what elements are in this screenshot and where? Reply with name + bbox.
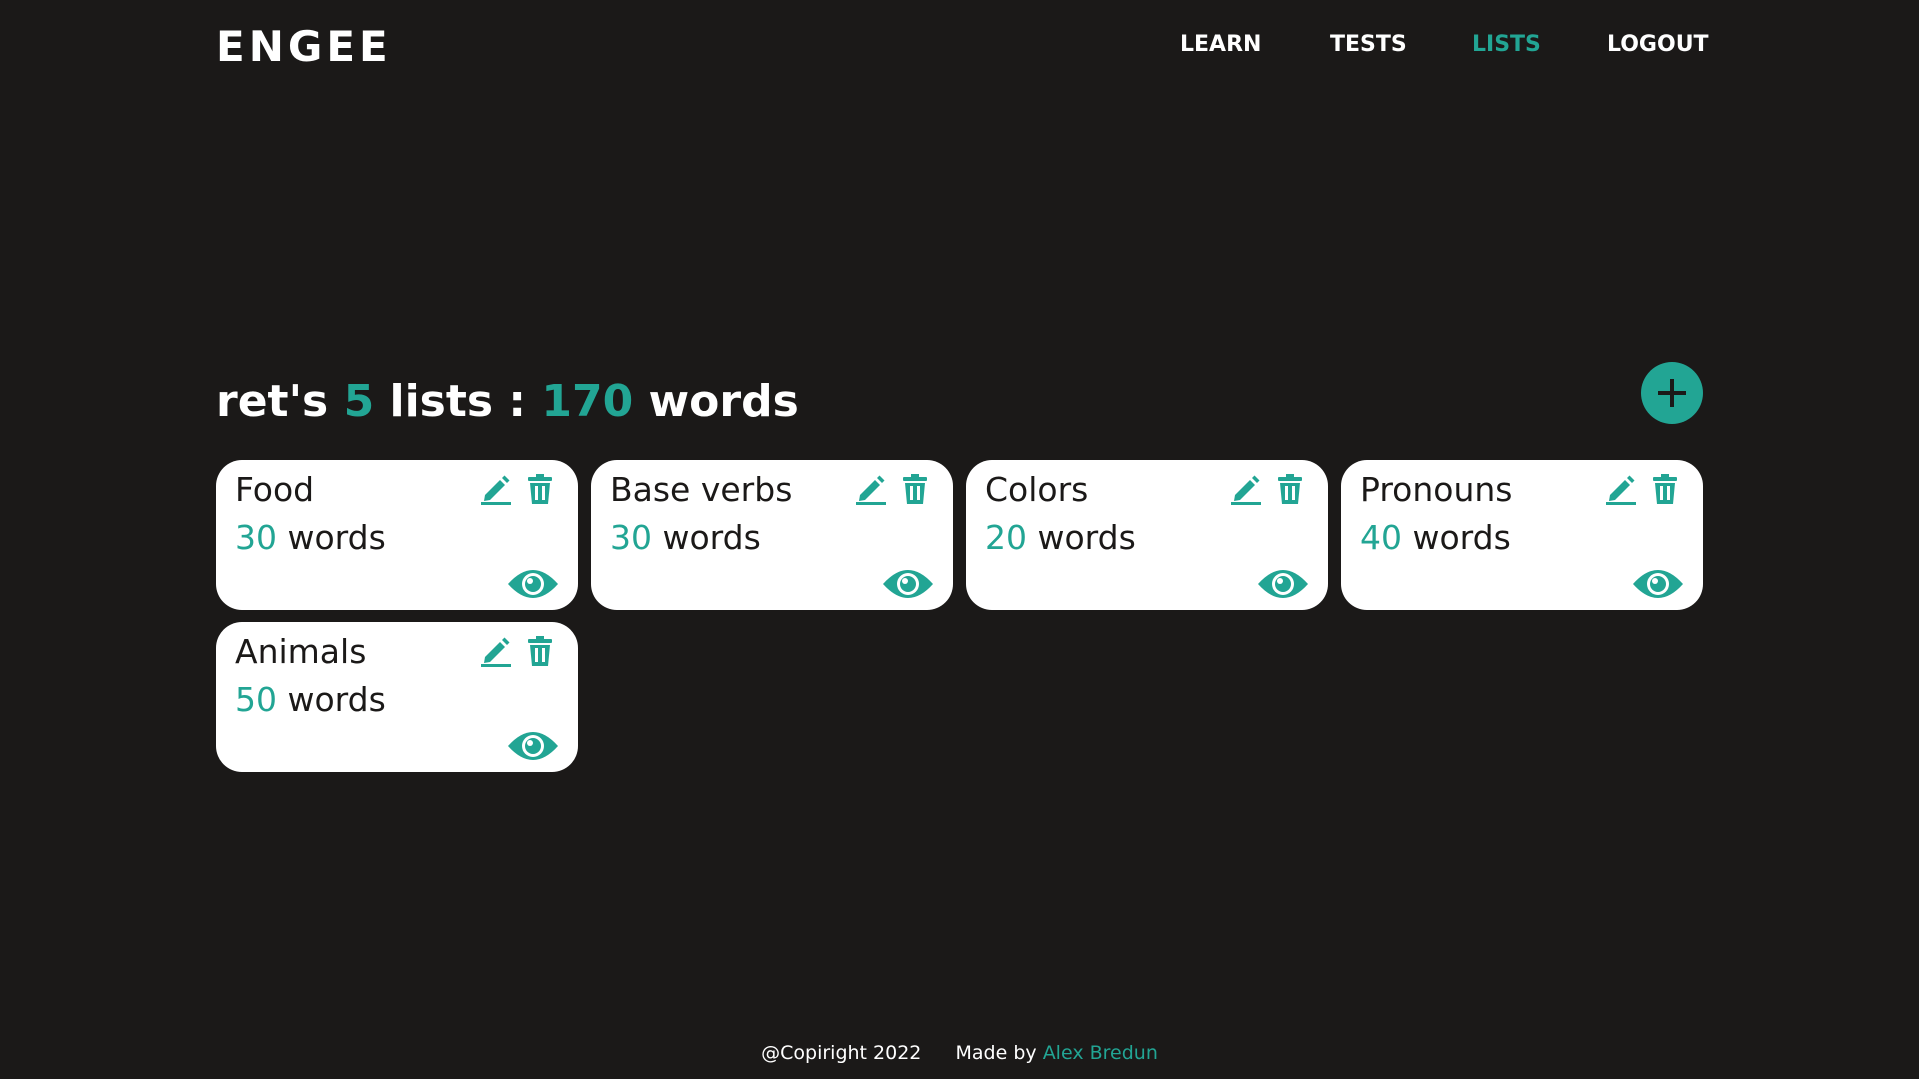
nav-tests[interactable]: TESTS [1330, 32, 1407, 57]
summary-lists-label: lists : [389, 376, 527, 427]
view-list-button[interactable] [506, 726, 560, 766]
trash-icon [903, 474, 927, 504]
eye-icon [508, 732, 558, 760]
delete-list-button[interactable] [1651, 472, 1679, 506]
lists-summary: ret's 5 lists : 170 words [216, 376, 799, 427]
footer: @Copiright 2022 Made by Alex Bredun [0, 1042, 1919, 1064]
list-card-colors[interactable]: Colors 20 words [966, 460, 1328, 610]
list-title: Base verbs [610, 470, 793, 509]
pencil-icon [1231, 475, 1261, 505]
summary-words-count: 170 [541, 376, 634, 427]
view-list-button[interactable] [1256, 564, 1310, 604]
edit-list-button[interactable] [1605, 472, 1637, 506]
list-title: Colors [985, 470, 1089, 509]
footer-author-link[interactable]: Alex Bredun [1043, 1042, 1158, 1064]
nav-logout[interactable]: LOGOUT [1607, 32, 1709, 57]
list-title: Food [235, 470, 315, 509]
summary-words-label: words [648, 376, 799, 427]
edit-list-button[interactable] [855, 472, 887, 506]
nav-learn[interactable]: LEARN [1180, 32, 1261, 57]
list-card-food[interactable]: Food 30 words [216, 460, 578, 610]
list-count-unit: words [662, 518, 761, 557]
trash-icon [528, 474, 552, 504]
edit-list-button[interactable] [480, 472, 512, 506]
logo[interactable]: ENGEE [216, 22, 392, 71]
lists-page: ENGEE LEARN TESTS LISTS LOGOUT ret's 5 l… [0, 0, 1919, 1079]
list-card-pronouns[interactable]: Pronouns 40 words [1341, 460, 1703, 610]
eye-icon [1633, 570, 1683, 598]
pencil-icon [856, 475, 886, 505]
plus-icon [1658, 379, 1686, 407]
view-list-button[interactable] [881, 564, 935, 604]
edit-list-button[interactable] [1230, 472, 1262, 506]
view-list-button[interactable] [1631, 564, 1685, 604]
main-nav: LEARN TESTS LISTS LOGOUT [1160, 32, 1709, 64]
trash-icon [1653, 474, 1677, 504]
footer-copyright: @Copiright 2022 [761, 1042, 922, 1064]
list-word-count: 50 words [235, 680, 386, 719]
eye-icon [1258, 570, 1308, 598]
list-count-number: 30 [610, 518, 652, 557]
delete-list-button[interactable] [901, 472, 929, 506]
list-word-count: 40 words [1360, 518, 1511, 557]
list-count-unit: words [1412, 518, 1511, 557]
delete-list-button[interactable] [526, 472, 554, 506]
eye-icon [883, 570, 933, 598]
pencil-icon [1606, 475, 1636, 505]
summary-user: ret's [216, 376, 329, 427]
trash-icon [528, 636, 552, 666]
pencil-icon [481, 475, 511, 505]
trash-icon [1278, 474, 1302, 504]
add-list-button[interactable] [1641, 362, 1703, 424]
delete-list-button[interactable] [526, 634, 554, 668]
nav-lists[interactable]: LISTS [1472, 32, 1541, 57]
list-count-unit: words [287, 680, 386, 719]
list-card-animals[interactable]: Animals 50 words [216, 622, 578, 772]
view-list-button[interactable] [506, 564, 560, 604]
list-count-number: 20 [985, 518, 1027, 557]
list-count-number: 40 [1360, 518, 1402, 557]
list-word-count: 30 words [610, 518, 761, 557]
footer-made-by: Made by [955, 1042, 1037, 1064]
eye-icon [508, 570, 558, 598]
list-count-number: 30 [235, 518, 277, 557]
summary-lists-count: 5 [343, 376, 375, 427]
pencil-icon [481, 637, 511, 667]
delete-list-button[interactable] [1276, 472, 1304, 506]
list-word-count: 30 words [235, 518, 386, 557]
list-title: Animals [235, 632, 367, 671]
list-count-number: 50 [235, 680, 277, 719]
list-count-unit: words [287, 518, 386, 557]
list-count-unit: words [1037, 518, 1136, 557]
list-word-count: 20 words [985, 518, 1136, 557]
list-title: Pronouns [1360, 470, 1513, 509]
edit-list-button[interactable] [480, 634, 512, 668]
list-card-base-verbs[interactable]: Base verbs 30 words [591, 460, 953, 610]
